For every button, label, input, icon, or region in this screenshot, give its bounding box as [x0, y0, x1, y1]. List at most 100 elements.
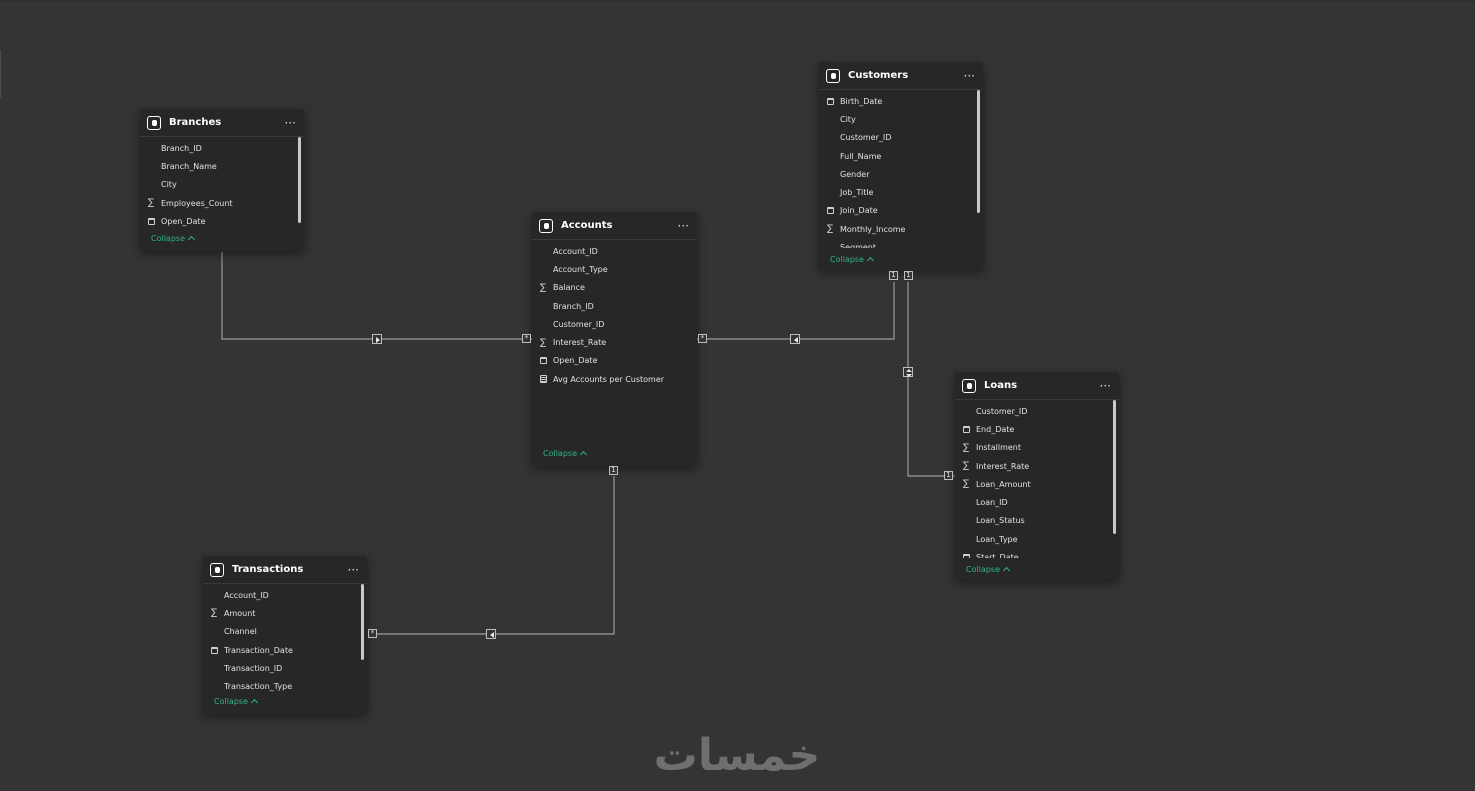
scrollbar[interactable]	[977, 90, 980, 213]
field-row[interactable]: Channel	[203, 623, 367, 641]
field-row[interactable]: Branch_ID	[532, 297, 697, 315]
field-row[interactable]: Loan_Status	[955, 512, 1119, 530]
cardinality-many-marker[interactable]: *	[698, 334, 707, 343]
line-branches-accounts[interactable]	[221, 252, 532, 340]
field-label: City	[840, 114, 856, 124]
line-accounts-transactions[interactable]	[368, 476, 615, 635]
more-options-icon[interactable]: ···	[285, 117, 296, 129]
field-row[interactable]: Account_ID	[532, 242, 697, 260]
field-row[interactable]: City	[819, 110, 983, 128]
field-row[interactable]: Loan_ID	[955, 493, 1119, 511]
scrollbar[interactable]	[298, 137, 301, 223]
more-options-icon[interactable]: ···	[678, 220, 689, 232]
collapse-button[interactable]: Collapse	[543, 449, 588, 459]
field-row[interactable]: Open_Date	[532, 352, 697, 370]
table-header[interactable]: Transactions ···	[203, 556, 367, 584]
table-card-accounts[interactable]: Accounts ··· Account_ID Account_Type ∑ Bala…	[532, 212, 697, 466]
scrollbar[interactable]	[361, 584, 364, 660]
field-label: Gender	[840, 169, 870, 179]
field-row[interactable]: ∑ Loan_Amount	[955, 475, 1119, 493]
field-row[interactable]: Open_Date	[140, 212, 304, 230]
field-row[interactable]: Avg Accounts per Customer	[532, 370, 697, 388]
field-list[interactable]: Birth_Date City Customer_ID Full_Name Gender…	[819, 90, 983, 248]
field-row[interactable]: Join_Date	[819, 202, 983, 220]
scrollbar[interactable]	[1113, 400, 1116, 534]
field-row[interactable]: Gender	[819, 165, 983, 183]
field-row[interactable]: Segment	[819, 238, 983, 248]
filter-direction-both-icon[interactable]	[903, 367, 913, 377]
more-options-icon[interactable]: ···	[348, 564, 359, 576]
field-list[interactable]: Account_ID ∑ Amount Channel Transaction_Date…	[203, 584, 367, 698]
cardinality-many-marker[interactable]: *	[368, 629, 377, 638]
field-row[interactable]: ∑ Amount	[203, 604, 367, 622]
cardinality-one-marker[interactable]: 1	[904, 271, 913, 280]
field-row[interactable]: Customer_ID	[819, 129, 983, 147]
line-customers-accounts[interactable]	[697, 282, 895, 340]
field-label: Birth_Date	[840, 96, 883, 106]
field-row[interactable]: Customer_ID	[955, 402, 1119, 420]
filter-direction-left-icon[interactable]	[790, 334, 800, 344]
table-card-loans[interactable]: Loans ··· Customer_ID End_Date ∑ Installmen…	[955, 372, 1119, 580]
field-label: Installment	[976, 443, 1022, 453]
table-card-branches[interactable]: Branches ··· Branch_ID Branch_Name City ∑ Em…	[140, 109, 304, 251]
table-icon	[826, 68, 840, 83]
cardinality-one-marker[interactable]: 1	[889, 271, 898, 280]
field-list[interactable]: Branch_ID Branch_Name City ∑ Employees_Count…	[140, 137, 304, 232]
table-title: Loans	[984, 380, 1018, 391]
field-row[interactable]: Customer_ID	[532, 315, 697, 333]
more-options-icon[interactable]: ···	[1100, 380, 1111, 392]
field-row[interactable]: ∑ Balance	[532, 279, 697, 297]
cardinality-one-marker[interactable]: 1	[609, 466, 618, 475]
field-row[interactable]: Full_Name	[819, 147, 983, 165]
calendar-icon	[827, 207, 840, 215]
collapse-button[interactable]: Collapse	[830, 255, 875, 265]
field-row[interactable]: ∑ Employees_Count	[140, 194, 304, 212]
field-label: Transaction_ID	[224, 663, 283, 673]
field-row[interactable]: ∑ Installment	[955, 439, 1119, 457]
field-list[interactable]: Customer_ID End_Date ∑ Installment ∑ Interest…	[955, 400, 1119, 558]
field-label: Interest_Rate	[976, 461, 1030, 471]
field-row[interactable]: End_Date	[955, 420, 1119, 438]
field-row[interactable]: Transaction_ID	[203, 659, 367, 677]
collapse-button[interactable]: Collapse	[214, 697, 259, 707]
field-label: Balance	[553, 283, 585, 293]
field-row[interactable]: Job_Title	[819, 183, 983, 201]
collapse-button[interactable]: Collapse	[966, 565, 1011, 575]
collapse-button[interactable]: Collapse	[151, 234, 196, 244]
field-row[interactable]: Loan_Type	[955, 530, 1119, 548]
sigma-icon: ∑	[827, 224, 834, 235]
field-label: Transaction_Date	[224, 645, 293, 655]
field-row[interactable]: ∑ Monthly_Income	[819, 220, 983, 238]
field-row[interactable]: Start_Date	[955, 548, 1119, 558]
field-label: City	[161, 180, 177, 190]
table-card-customers[interactable]: Customers ··· Birth_Date City Customer_ID F…	[819, 62, 983, 270]
field-list[interactable]: Account_ID Account_Type ∑ Balance Branch_ID C…	[532, 240, 697, 392]
sigma-icon: ∑	[148, 198, 155, 209]
field-row[interactable]: Branch_ID	[140, 139, 304, 157]
field-row[interactable]: Transaction_Date	[203, 641, 367, 659]
table-header[interactable]: Customers ···	[819, 62, 983, 90]
field-row[interactable]: Birth_Date	[819, 92, 983, 110]
table-header[interactable]: Branches ···	[140, 109, 304, 137]
field-label: Branch_ID	[161, 143, 202, 153]
field-row[interactable]: ∑ Interest_Rate	[955, 457, 1119, 475]
cardinality-one-marker[interactable]: 1	[944, 471, 953, 480]
field-row[interactable]: Transaction_Type	[203, 677, 367, 695]
table-header[interactable]: Loans ···	[955, 372, 1119, 400]
table-header[interactable]: Accounts ···	[532, 212, 697, 240]
field-row[interactable]: Branch_Name	[140, 157, 304, 175]
table-icon	[210, 562, 224, 577]
field-row[interactable]: City	[140, 176, 304, 194]
more-options-icon[interactable]: ···	[964, 70, 975, 82]
line-customers-loans[interactable]	[907, 282, 955, 477]
model-canvas[interactable]: Branches ··· Branch_ID Branch_Name City ∑ Em…	[0, 0, 1475, 791]
field-label: End_Date	[976, 424, 1015, 434]
calculator-icon	[540, 375, 553, 384]
filter-direction-left-icon[interactable]	[486, 629, 496, 639]
cardinality-many-marker[interactable]: *	[522, 334, 531, 343]
table-card-transactions[interactable]: Transactions ··· Account_ID ∑ Amount Channe…	[203, 556, 367, 714]
field-row[interactable]: Account_Type	[532, 260, 697, 278]
filter-direction-right-icon[interactable]	[372, 334, 382, 344]
field-row[interactable]: Account_ID	[203, 586, 367, 604]
field-row[interactable]: ∑ Interest_Rate	[532, 333, 697, 351]
